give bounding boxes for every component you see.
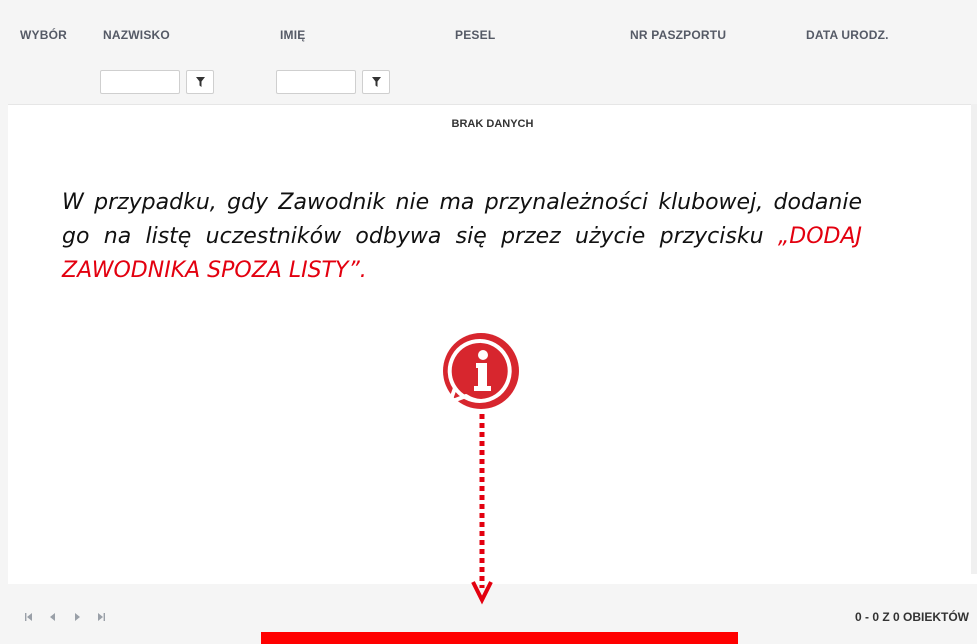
filter-icon: [195, 77, 205, 87]
add-player-outside-list-button[interactable]: [261, 632, 738, 644]
pager-info: 0 - 0 Z 0 OBIEKTÓW: [854, 610, 969, 624]
nazwisko-filter-input[interactable]: [100, 70, 180, 94]
dotted-arrow: [471, 414, 493, 605]
nazwisko-filter-button[interactable]: [186, 70, 214, 94]
previous-page-icon: [50, 613, 55, 621]
column-header-wybor[interactable]: WYBÓR: [20, 28, 67, 42]
column-header-pesel[interactable]: PESEL: [455, 28, 495, 42]
column-header-data-urodz[interactable]: DATA URODZ.: [806, 28, 889, 42]
pager: [24, 612, 106, 622]
column-header-nr-paszportu[interactable]: NR PASZPORTU: [630, 28, 726, 42]
column-header-imie[interactable]: IMIĘ: [280, 28, 305, 42]
grid-header: WYBÓR NAZWISKO IMIĘ PESEL NR PASZPORTU D…: [8, 8, 977, 105]
column-header-nazwisko[interactable]: NAZWISKO: [103, 28, 170, 42]
next-page-button[interactable]: [72, 612, 82, 622]
vertical-scrollbar[interactable]: [971, 104, 977, 574]
info-icon: [443, 333, 519, 409]
instruction-text: W przypadku, gdy Zawodnik nie ma przynal…: [62, 190, 862, 249]
first-page-button[interactable]: [24, 612, 34, 622]
instruction-note: W przypadku, gdy Zawodnik nie ma przynal…: [62, 186, 862, 288]
first-page-icon: [25, 613, 32, 621]
imie-filter-input[interactable]: [276, 70, 356, 94]
no-data-message: BRAK DANYCH: [451, 118, 534, 130]
page: WYBÓR NAZWISKO IMIĘ PESEL NR PASZPORTU D…: [0, 0, 977, 644]
last-page-button[interactable]: [96, 612, 106, 622]
last-page-icon: [98, 613, 105, 621]
imie-filter-button[interactable]: [362, 70, 390, 94]
next-page-icon: [75, 613, 80, 621]
filter-icon: [371, 77, 381, 87]
previous-page-button[interactable]: [48, 612, 58, 622]
